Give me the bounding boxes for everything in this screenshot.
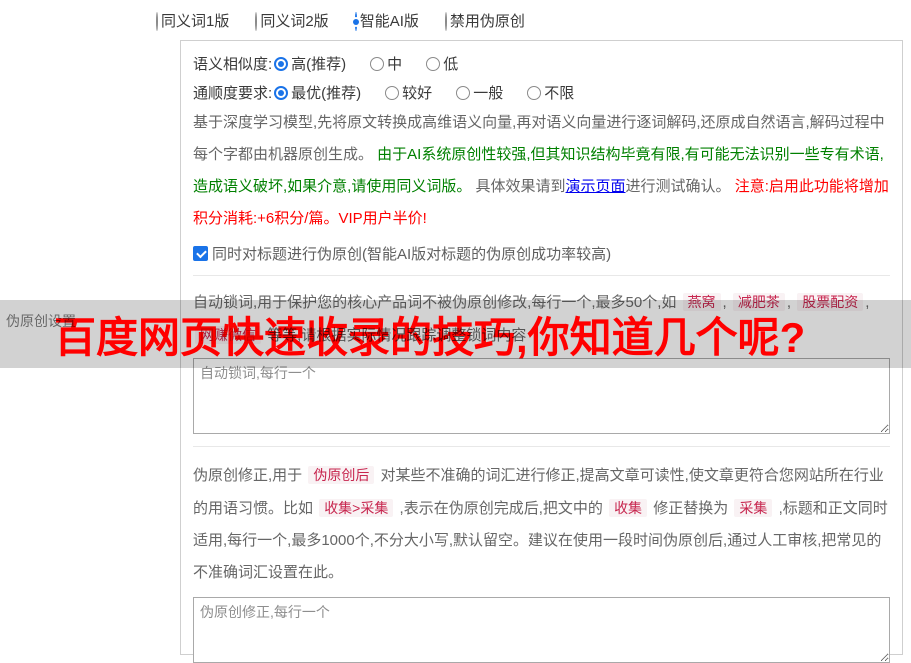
radio-similarity-medium[interactable]: 中: [370, 53, 402, 74]
fix-word-example: 收集: [609, 499, 648, 517]
radio-icon[interactable]: [456, 85, 471, 100]
pseudo-original-settings-page: 同义词1版 同义词2版 智能AI版 禁用伪原创 伪原创设置 语义相似度: 高(推…: [0, 0, 911, 663]
semantic-similarity-caption: 语义相似度:: [193, 56, 273, 73]
radio-disable-spin[interactable]: 禁用伪原创: [444, 10, 525, 31]
radio-synonym-v1[interactable]: 同义词1版: [156, 10, 229, 31]
radio-fluency-normal[interactable]: 一般: [456, 82, 503, 103]
fix-words-description: 伪原创修正,用于 伪原创后 对某些不准确的词汇进行修正,提高文章可读性,使文章更…: [193, 459, 890, 589]
radio-similarity-high[interactable]: 高(推荐): [274, 53, 346, 74]
fluency-caption: 通顺度要求:: [193, 85, 273, 102]
fix-word-example: 伪原创后: [308, 466, 375, 484]
title-spin-checkbox-row[interactable]: 同时对标题进行伪原创(智能AI版对标题的伪原创成功率较高): [193, 241, 890, 265]
radio-icon[interactable]: [156, 12, 158, 31]
desc-text: 伪原创修正,用于: [193, 467, 303, 484]
radio-label: 中: [387, 56, 403, 73]
radio-smart-ai[interactable]: 智能AI版: [354, 10, 419, 31]
fluency-row: 通顺度要求: 最优(推荐) 较好 一般 不限: [193, 78, 890, 107]
desc-text: ,表示在伪原创完成后,把文中的: [399, 500, 603, 517]
fix-words-textarea[interactable]: [193, 597, 890, 663]
radio-fluency-good[interactable]: 较好: [385, 82, 432, 103]
radio-icon-selected[interactable]: [354, 12, 357, 31]
radio-label: 智能AI版: [359, 13, 419, 30]
radio-synonym-v2[interactable]: 同义词2版: [255, 10, 329, 31]
radio-label: 高(推荐): [291, 56, 347, 73]
radio-icon-selected[interactable]: [274, 85, 289, 100]
radio-icon[interactable]: [385, 85, 400, 100]
radio-label: 最优(推荐): [291, 85, 362, 102]
ai-mode-description: 基于深度学习模型,先将原文转换成高维语义向量,再对语义向量进行逐词解码,还原成自…: [193, 107, 890, 235]
section-divider: [193, 446, 890, 447]
radio-icon[interactable]: [370, 56, 385, 71]
radio-fluency-best[interactable]: 最优(推荐): [274, 82, 361, 103]
checkbox-label: 同时对标题进行伪原创(智能AI版对标题的伪原创成功率较高): [212, 245, 612, 263]
radio-label: 低: [443, 56, 459, 73]
semantic-similarity-row: 语义相似度: 高(推荐) 中 低: [193, 49, 890, 78]
radio-icon-selected[interactable]: [274, 56, 289, 71]
section-divider: [193, 275, 890, 276]
overlay-banner: 百度网页快速收录的技巧,你知道几个呢?: [0, 300, 911, 368]
desc-text: 具体效果请到: [471, 178, 566, 195]
overlay-banner-text: 百度网页快速收录的技巧,你知道几个呢?: [54, 313, 806, 361]
radio-label: 同义词2版: [260, 13, 329, 30]
radio-label: 禁用伪原创: [449, 13, 525, 30]
radio-icon[interactable]: [444, 12, 447, 31]
fix-word-example: 采集: [734, 499, 773, 517]
radio-similarity-low[interactable]: 低: [426, 53, 458, 74]
radio-icon[interactable]: [527, 85, 542, 100]
checkbox-checked-icon[interactable]: [193, 245, 208, 261]
radio-icon[interactable]: [255, 12, 258, 31]
radio-label: 同义词1版: [161, 13, 230, 30]
radio-fluency-unlimited[interactable]: 不限: [527, 82, 574, 103]
fix-word-example: 收集>采集: [319, 499, 394, 517]
spin-version-radio-group: 同义词1版 同义词2版 智能AI版 禁用伪原创: [156, 10, 525, 31]
radio-label: 一般: [473, 85, 504, 102]
lock-words-textarea[interactable]: [193, 358, 890, 434]
demo-page-link[interactable]: 演示页面: [566, 178, 626, 195]
radio-label: 较好: [402, 85, 433, 102]
radio-icon[interactable]: [426, 56, 441, 71]
radio-label: 不限: [544, 85, 575, 102]
desc-text: 修正替换为: [653, 500, 729, 517]
desc-text: 进行测试确认。: [625, 178, 735, 195]
